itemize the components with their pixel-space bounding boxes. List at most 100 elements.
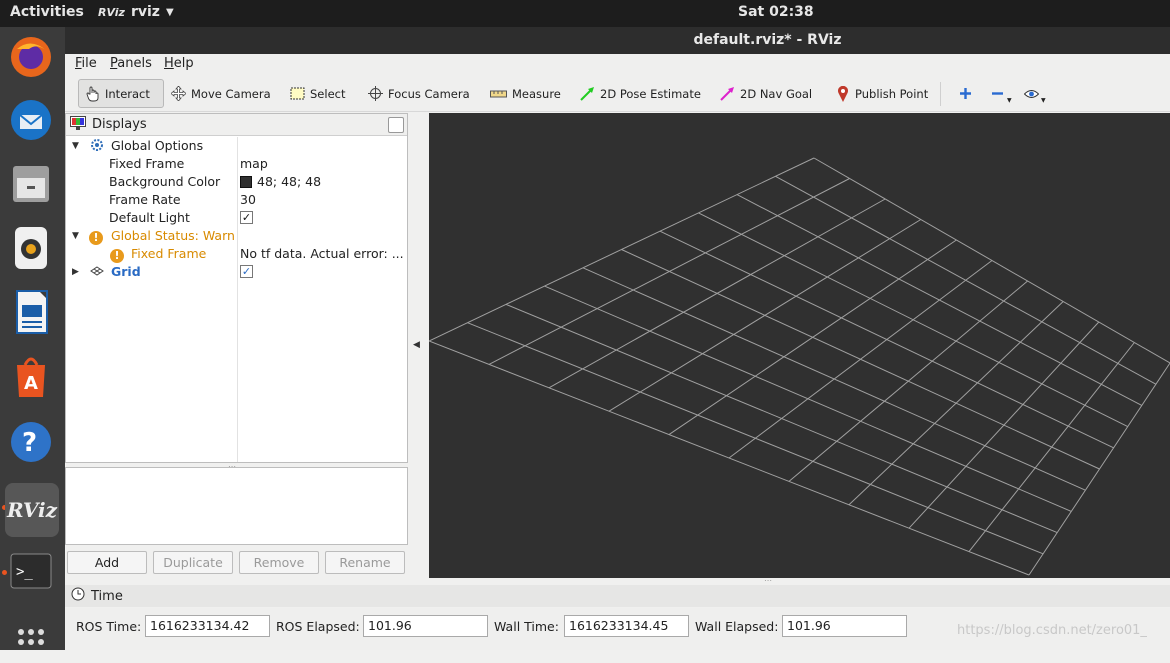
visibility-button[interactable]: ▼ — [1018, 79, 1055, 108]
menu-bar: File Panels Help — [65, 54, 1170, 75]
interact-button[interactable]: Interact — [78, 79, 164, 108]
firefox-icon[interactable] — [8, 34, 54, 80]
dropdown-arrow-icon: ▼ — [1041, 97, 1046, 104]
menu-panels[interactable]: Panels — [110, 56, 152, 71]
pose-estimate-button[interactable]: 2D Pose Estimate — [574, 79, 707, 108]
undock-checkbox[interactable] — [388, 117, 404, 133]
grid-line — [813, 157, 1170, 364]
move-arrows-icon — [171, 86, 186, 101]
grid-line — [848, 301, 1064, 506]
green-arrow-icon — [580, 86, 595, 101]
dock: A ? RViz >_ — [0, 27, 65, 650]
grid-display — [428, 157, 1170, 576]
tree-row-status-fixed-frame[interactable]: ! Fixed Frame No tf data. Actual error: … — [66, 245, 407, 263]
status-fixed-frame-label: Fixed Frame — [131, 246, 207, 261]
default-light-label: Default Light — [109, 210, 190, 225]
collapse-left-icon[interactable]: ◀ — [413, 340, 420, 350]
rviz-icon[interactable]: RViz — [5, 483, 59, 537]
warning-icon: ! — [110, 249, 124, 263]
grid-line — [698, 212, 1128, 428]
toolbar: Interact Move Camera Select Focus Camera… — [65, 75, 1170, 112]
publish-point-label: Publish Point — [855, 86, 929, 101]
grid-line — [736, 194, 1143, 406]
grid-icon — [90, 263, 104, 281]
software-icon[interactable]: A — [8, 353, 54, 399]
fixed-frame-value[interactable]: map — [240, 155, 405, 173]
tree-row-default-light[interactable]: Default Light ✓ — [66, 209, 407, 227]
ros-elapsed-label: ROS Elapsed: — [276, 619, 360, 634]
background-color-text: 48; 48; 48 — [257, 174, 322, 189]
grid-checkbox[interactable]: ✓ — [240, 265, 253, 278]
wall-elapsed-field[interactable]: 101.96 — [782, 615, 907, 637]
default-light-checkbox[interactable]: ✓ — [240, 211, 253, 224]
chevron-down-icon: ▼ — [165, 6, 174, 18]
menu-file[interactable]: File — [75, 56, 97, 71]
ros-time-label: ROS Time: — [76, 619, 142, 634]
tree-row-global-options[interactable]: ▼ Global Options — [66, 137, 407, 155]
tree-row-background-color[interactable]: Background Color 48; 48; 48 — [66, 173, 407, 191]
interact-label: Interact — [105, 86, 150, 101]
status-error-text: No tf data. Actual error: ... — [240, 246, 404, 261]
help-icon[interactable]: ? — [8, 419, 54, 465]
tree-row-fixed-frame[interactable]: Fixed Frame map — [66, 155, 407, 173]
expand-right-icon[interactable]: ▶ — [72, 263, 79, 281]
dropdown-arrow-icon: ▼ — [1007, 97, 1012, 104]
map-pin-icon — [835, 85, 850, 102]
time-panel-header: Time — [65, 585, 1170, 607]
ruler-icon — [490, 86, 507, 101]
wall-elapsed-label: Wall Elapsed: — [695, 619, 779, 634]
rename-button[interactable]: Rename — [325, 551, 405, 574]
hand-icon — [85, 86, 100, 101]
ros-time-field[interactable]: 1616233134.42 — [145, 615, 270, 637]
tree-row-grid[interactable]: ▶ Grid ✓ — [66, 263, 407, 281]
tree-row-frame-rate[interactable]: Frame Rate 30 — [66, 191, 407, 209]
ros-elapsed-field[interactable]: 101.96 — [363, 615, 488, 637]
nav-goal-button[interactable]: 2D Nav Goal — [714, 79, 818, 108]
publish-point-button[interactable]: Publish Point — [829, 79, 934, 108]
top-bar: Activities RViz rviz ▼ Sat 02:38 — [0, 0, 1170, 27]
svg-text:>_: >_ — [16, 564, 33, 580]
monitor-icon — [70, 115, 86, 134]
tree-row-global-status[interactable]: ▼ ! Global Status: Warn — [66, 227, 407, 245]
measure-button[interactable]: Measure — [484, 79, 567, 108]
app-menu[interactable]: RViz rviz ▼ — [98, 4, 174, 20]
crosshair-icon — [368, 86, 383, 101]
move-camera-button[interactable]: Move Camera — [165, 79, 277, 108]
background-color-label: Background Color — [109, 174, 221, 189]
magenta-arrow-icon — [720, 86, 735, 101]
remove-button[interactable]: Remove — [239, 551, 319, 574]
displays-header: Displays — [66, 114, 407, 136]
duplicate-button[interactable]: Duplicate — [153, 551, 233, 574]
expand-down-icon[interactable]: ▼ — [72, 227, 79, 245]
frame-rate-value[interactable]: 30 — [240, 191, 405, 209]
wall-time-label: Wall Time: — [494, 619, 559, 634]
grid-line — [788, 280, 1028, 482]
add-button[interactable]: Add — [67, 551, 147, 574]
grid-line — [728, 260, 993, 459]
thunderbird-icon[interactable] — [8, 97, 54, 143]
clock[interactable]: Sat 02:38 — [738, 4, 814, 20]
focus-camera-button[interactable]: Focus Camera — [362, 79, 476, 108]
color-swatch — [240, 175, 252, 188]
writer-icon[interactable] — [8, 289, 54, 335]
rhythmbox-icon[interactable] — [8, 225, 54, 271]
terminal-icon[interactable]: >_ — [8, 549, 54, 595]
add-tool-button[interactable] — [952, 79, 979, 108]
files-icon[interactable] — [8, 161, 54, 207]
select-button[interactable]: Select — [284, 79, 351, 108]
view-resize-handle[interactable]: ⋯ — [764, 576, 772, 585]
select-label: Select — [310, 86, 346, 101]
expand-down-icon[interactable]: ▼ — [72, 137, 79, 155]
app-grid-icon[interactable] — [8, 617, 54, 663]
nav-goal-label: 2D Nav Goal — [740, 86, 813, 101]
remove-tool-button[interactable]: ▼ — [984, 79, 1021, 108]
menu-help[interactable]: Help — [164, 56, 194, 71]
displays-tree[interactable]: ▼ Global Options Fixed Frame map Backgro… — [66, 137, 407, 462]
activities-button[interactable]: Activities — [10, 4, 84, 20]
svg-text:A: A — [24, 373, 38, 394]
3d-view[interactable] — [428, 113, 1170, 578]
window-title[interactable]: default.rviz* - RViz — [65, 27, 1170, 54]
global-options-label: Global Options — [111, 138, 204, 153]
wall-time-field[interactable]: 1616233134.45 — [564, 615, 689, 637]
background-color-value[interactable]: 48; 48; 48 — [240, 173, 405, 191]
